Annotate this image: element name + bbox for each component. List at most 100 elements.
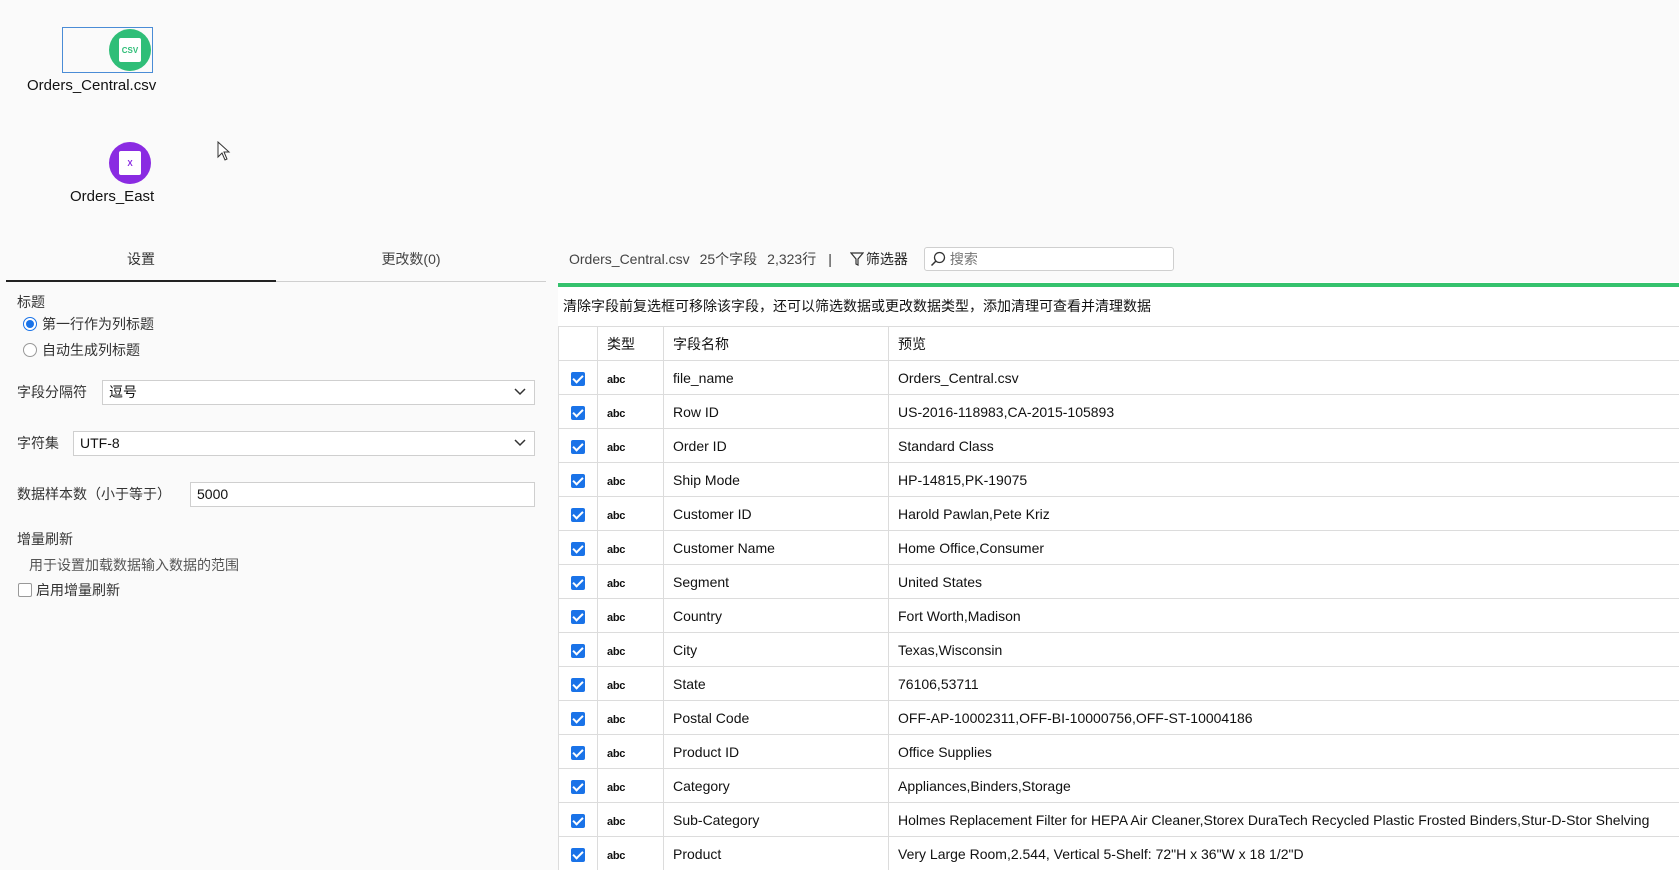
field-name-cell[interactable]: Postal Code [663, 700, 889, 735]
tab-changes[interactable]: 更改数(0) [276, 236, 546, 282]
field-name-cell[interactable]: Customer Name [663, 530, 889, 565]
field-checkbox-cell[interactable] [558, 428, 598, 463]
type-abc-icon[interactable]: abc [607, 442, 625, 454]
table-row[interactable]: abc Order ID Standard Class [558, 428, 1679, 463]
table-row[interactable]: abc City Texas,Wisconsin [558, 632, 1679, 667]
field-checkbox-cell[interactable] [558, 394, 598, 429]
type-abc-icon[interactable]: abc [607, 714, 625, 726]
table-row[interactable]: abc Postal Code OFF-AP-10002311,OFF-BI-100… [558, 700, 1679, 735]
enable-incremental-refresh[interactable]: 启用增量刷新 [18, 580, 120, 600]
excel-file-icon[interactable]: X [109, 142, 151, 184]
type-cell[interactable]: abc [597, 768, 664, 803]
table-row[interactable]: abc file_name Orders_Central.csv [558, 360, 1679, 395]
radio-button-selected[interactable] [23, 317, 37, 331]
checkbox-checked[interactable] [571, 677, 585, 692]
type-abc-icon[interactable]: abc [607, 646, 625, 658]
table-row[interactable]: abc Customer ID Harold Pawlan,Pete Kriz [558, 496, 1679, 531]
type-cell[interactable]: abc [597, 598, 664, 633]
type-cell[interactable]: abc [597, 734, 664, 769]
table-row[interactable]: abc Segment United States [558, 564, 1679, 599]
field-checkbox-cell[interactable] [558, 496, 598, 531]
node-label[interactable]: Orders_Central.csv [27, 77, 156, 94]
type-cell[interactable]: abc [597, 394, 664, 429]
checkbox-checked[interactable] [571, 507, 585, 522]
type-cell[interactable]: abc [597, 360, 664, 395]
field-name-cell[interactable]: Country [663, 598, 889, 633]
field-checkbox-cell[interactable] [558, 564, 598, 599]
checkbox-checked[interactable] [571, 643, 585, 658]
table-row[interactable]: abc Category Appliances,Binders,Storage [558, 768, 1679, 803]
field-name-cell[interactable]: file_name [663, 360, 889, 395]
field-name-cell[interactable]: Ship Mode [663, 462, 889, 497]
header-field-name[interactable]: 字段名称 [663, 326, 889, 361]
type-cell[interactable]: abc [597, 428, 664, 463]
table-row[interactable]: abc Sub-Category Holmes Replacement Filter… [558, 802, 1679, 837]
checkbox-checked[interactable] [571, 779, 585, 794]
field-name-cell[interactable]: City [663, 632, 889, 667]
radio-first-row-header[interactable]: 第一行作为列标题 [23, 314, 154, 334]
field-checkbox-cell[interactable] [558, 734, 598, 769]
type-abc-icon[interactable]: abc [607, 510, 625, 522]
checkbox-checked[interactable] [571, 609, 585, 624]
tab-settings[interactable]: 设置 [6, 236, 276, 282]
type-abc-icon[interactable]: abc [607, 612, 625, 624]
header-preview[interactable]: 预览 [888, 326, 1679, 361]
field-checkbox-cell[interactable] [558, 768, 598, 803]
type-abc-icon[interactable]: abc [607, 850, 625, 862]
checkbox-checked[interactable] [571, 847, 585, 862]
table-row[interactable]: abc State 76106,53711 [558, 666, 1679, 701]
type-abc-icon[interactable]: abc [607, 544, 625, 556]
type-cell[interactable]: abc [597, 802, 664, 837]
type-abc-icon[interactable]: abc [607, 816, 625, 828]
type-abc-icon[interactable]: abc [607, 680, 625, 692]
checkbox-checked[interactable] [571, 541, 585, 556]
field-name-cell[interactable]: Segment [663, 564, 889, 599]
field-checkbox-cell[interactable] [558, 462, 598, 497]
field-checkbox-cell[interactable] [558, 802, 598, 837]
field-name-cell[interactable]: Category [663, 768, 889, 803]
search-input[interactable] [949, 251, 1160, 267]
type-cell[interactable]: abc [597, 666, 664, 701]
type-cell[interactable]: abc [597, 564, 664, 599]
type-abc-icon[interactable]: abc [607, 748, 625, 760]
flow-canvas[interactable]: CSV Orders_Central.csv X Orders_East [0, 0, 1679, 236]
sample-size-input[interactable]: 5000 [190, 482, 535, 507]
checkbox-checked[interactable] [571, 575, 585, 590]
type-abc-icon[interactable]: abc [607, 374, 625, 386]
field-checkbox-cell[interactable] [558, 530, 598, 565]
type-cell[interactable]: abc [597, 700, 664, 735]
type-abc-icon[interactable]: abc [607, 476, 625, 488]
type-cell[interactable]: abc [597, 530, 664, 565]
type-cell[interactable]: abc [597, 632, 664, 667]
search-box[interactable] [923, 247, 1174, 271]
radio-auto-header[interactable]: 自动生成列标题 [23, 340, 140, 360]
table-row[interactable]: abc Row ID US-2016-118983,CA-2015-105893 [558, 394, 1679, 429]
node-label[interactable]: Orders_East [70, 188, 154, 205]
field-name-cell[interactable]: Sub-Category [663, 802, 889, 837]
table-row[interactable]: abc Product ID Office Supplies [558, 734, 1679, 769]
checkbox-unchecked[interactable] [18, 583, 32, 597]
delimiter-select[interactable]: 逗号 [102, 380, 535, 405]
charset-select[interactable]: UTF-8 [73, 431, 535, 456]
table-row[interactable]: abc Customer Name Home Office,Consumer [558, 530, 1679, 565]
type-cell[interactable]: abc [597, 462, 664, 497]
checkbox-checked[interactable] [571, 745, 585, 760]
type-cell[interactable]: abc [597, 836, 664, 870]
checkbox-checked[interactable] [571, 473, 585, 488]
type-abc-icon[interactable]: abc [607, 408, 625, 420]
radio-button[interactable] [23, 343, 37, 357]
type-cell[interactable]: abc [597, 496, 664, 531]
field-checkbox-cell[interactable] [558, 360, 598, 395]
checkbox-checked[interactable] [571, 439, 585, 454]
checkbox-checked[interactable] [571, 405, 585, 420]
type-abc-icon[interactable]: abc [607, 578, 625, 590]
field-checkbox-cell[interactable] [558, 700, 598, 735]
table-row[interactable]: abc Country Fort Worth,Madison [558, 598, 1679, 633]
field-name-cell[interactable]: Product [663, 836, 889, 870]
field-name-cell[interactable]: State [663, 666, 889, 701]
field-checkbox-cell[interactable] [558, 632, 598, 667]
table-row[interactable]: abc Product Very Large Room,2.544, Vertica… [558, 836, 1679, 870]
field-checkbox-cell[interactable] [558, 836, 598, 870]
field-name-cell[interactable]: Row ID [663, 394, 889, 429]
table-row[interactable]: abc Ship Mode HP-14815,PK-19075 [558, 462, 1679, 497]
